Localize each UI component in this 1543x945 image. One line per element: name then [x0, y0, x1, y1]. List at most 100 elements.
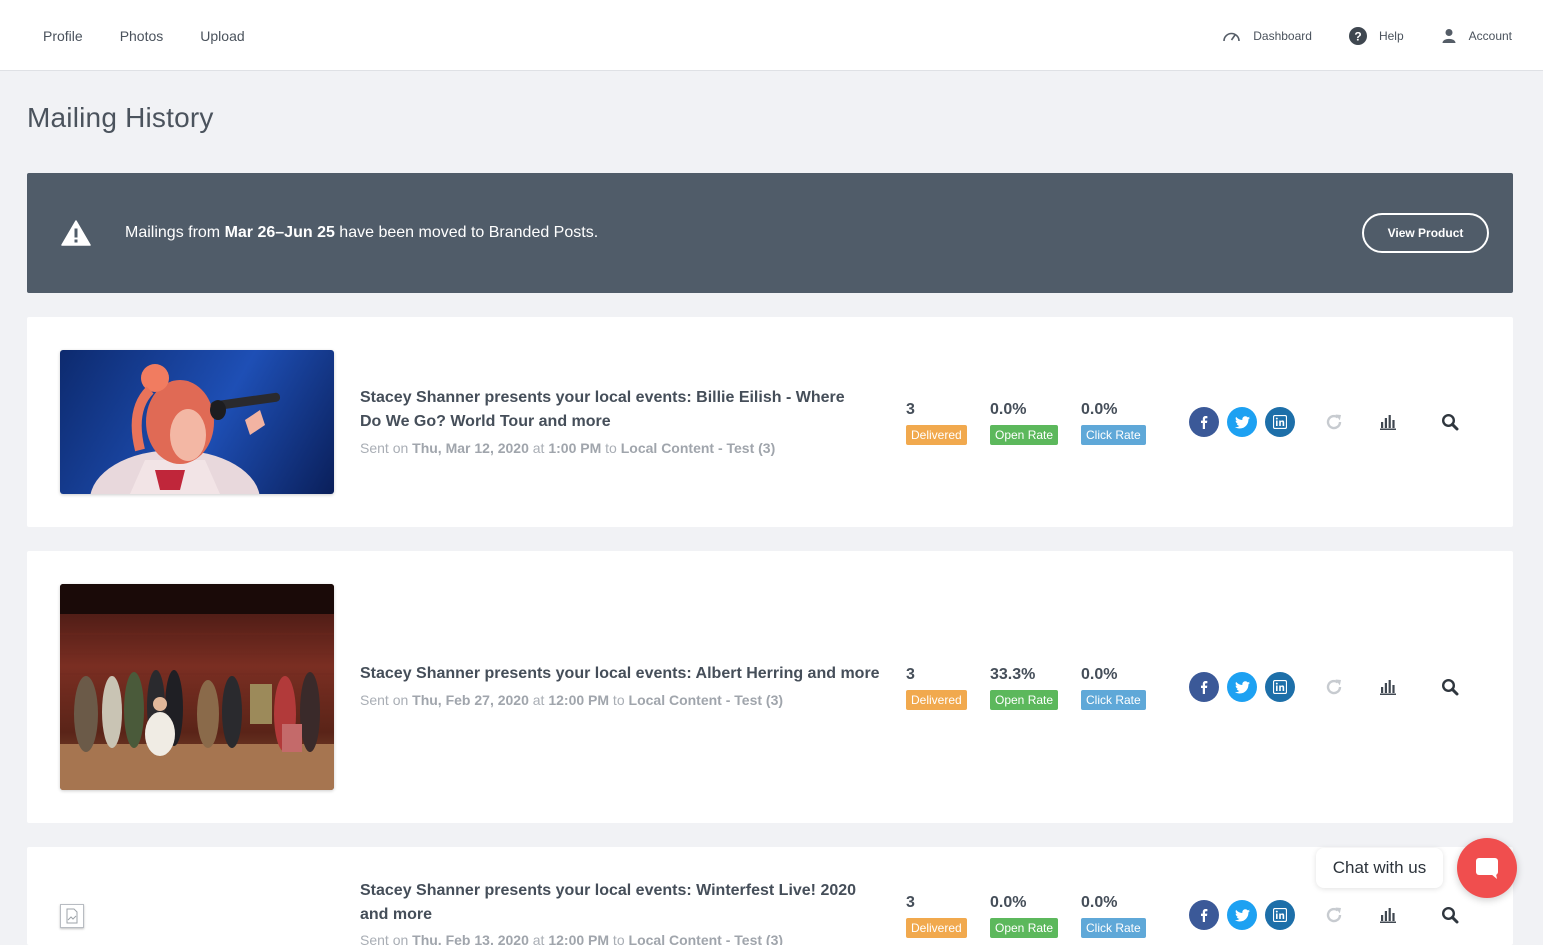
- broken-image-icon[interactable]: [60, 904, 84, 928]
- nav-help[interactable]: ? Help: [1348, 27, 1404, 45]
- facebook-share-button[interactable]: [1189, 900, 1219, 930]
- mailing-thumbnail[interactable]: [60, 584, 334, 790]
- dashboard-gauge-icon: [1223, 32, 1241, 42]
- theater-photo: [60, 584, 334, 790]
- mailing-title[interactable]: Stacey Shanner presents your local event…: [360, 662, 900, 686]
- stats-button[interactable]: [1377, 676, 1399, 698]
- top-nav: Profile Photos Upload Dashboard ? Help A…: [0, 0, 1543, 71]
- sent-date: Thu, Feb 13, 2020: [412, 932, 529, 945]
- delivered-count: 3: [906, 894, 915, 911]
- twitter-share-button[interactable]: [1227, 900, 1257, 930]
- delivered-stat: 3 Delivered: [906, 666, 967, 710]
- facebook-share-button[interactable]: [1189, 672, 1219, 702]
- image-placeholder-icon: [66, 908, 78, 924]
- delivered-badge: Delivered: [906, 690, 967, 710]
- sent-date: Thu, Mar 12, 2020: [412, 440, 529, 456]
- nav-left: Profile Photos Upload: [43, 0, 282, 71]
- sent-prefix: Sent on: [360, 440, 413, 456]
- svg-text:?: ?: [1354, 30, 1361, 44]
- search-icon: [1441, 906, 1459, 924]
- mailing-card: Stacey Shanner presents your local event…: [27, 317, 1513, 527]
- view-mailing-button[interactable]: [1439, 411, 1461, 433]
- linkedin-icon: [1273, 680, 1287, 694]
- open-rate-badge: Open Rate: [990, 425, 1059, 445]
- nav-upload-link[interactable]: Upload: [200, 28, 244, 44]
- linkedin-icon: [1273, 908, 1287, 922]
- click-rate-value: 0.0%: [1081, 401, 1118, 418]
- nav-account-label: Account: [1468, 29, 1512, 43]
- open-rate-stat: 0.0% Open Rate: [990, 894, 1059, 938]
- linkedin-share-button[interactable]: [1265, 900, 1295, 930]
- nav-dashboard-label: Dashboard: [1253, 29, 1312, 43]
- open-rate-stat: 33.3% Open Rate: [990, 666, 1059, 710]
- banner-suffix: have been moved to Branded Posts.: [334, 224, 599, 241]
- delivered-badge: Delivered: [906, 425, 967, 445]
- resend-button[interactable]: [1323, 904, 1345, 926]
- click-rate-value: 0.0%: [1081, 666, 1118, 683]
- bar-chart-icon: [1380, 415, 1396, 430]
- mailing-title[interactable]: Stacey Shanner presents your local event…: [360, 386, 870, 434]
- mailing-thumbnail[interactable]: [60, 350, 334, 494]
- open-rate-value: 0.0%: [990, 401, 1027, 418]
- page-title: Mailing History: [27, 102, 214, 133]
- click-rate-stat: 0.0% Click Rate: [1081, 401, 1146, 445]
- nav-dashboard[interactable]: Dashboard: [1222, 29, 1312, 43]
- mailing-card: Stacey Shanner presents your local event…: [27, 551, 1513, 823]
- search-icon: [1441, 678, 1459, 696]
- open-rate-stat: 0.0% Open Rate: [990, 401, 1059, 445]
- view-mailing-button[interactable]: [1439, 904, 1461, 926]
- sent-to: to: [601, 440, 621, 456]
- delivered-stat: 3 Delivered: [906, 894, 967, 938]
- concert-photo: [90, 364, 281, 494]
- facebook-icon: [1201, 416, 1208, 429]
- sent-at: at: [528, 932, 549, 945]
- view-product-button[interactable]: View Product: [1362, 213, 1489, 253]
- facebook-share-button[interactable]: [1189, 407, 1219, 437]
- nav-help-label: Help: [1378, 29, 1404, 43]
- sent-prefix: Sent on: [360, 932, 413, 945]
- twitter-icon: [1234, 415, 1250, 428]
- open-rate-badge: Open Rate: [990, 690, 1059, 710]
- view-mailing-button[interactable]: [1439, 676, 1461, 698]
- facebook-icon: [1201, 681, 1208, 694]
- open-rate-badge: Open Rate: [990, 918, 1059, 938]
- sent-list: Local Content - Test (3): [628, 932, 784, 945]
- resend-button[interactable]: [1323, 676, 1345, 698]
- nav-photos-link[interactable]: Photos: [120, 28, 164, 44]
- mailing-card: Stacey Shanner presents your local event…: [27, 847, 1513, 945]
- linkedin-share-button[interactable]: [1265, 407, 1295, 437]
- mailing-sent-info: Sent on Thu, Mar 12, 2020 at 1:00 PM to …: [360, 440, 775, 456]
- delivered-badge: Delivered: [906, 918, 967, 938]
- sent-list: Local Content - Test (3): [620, 440, 776, 456]
- banner-range: Mar 26–Jun 25: [224, 224, 335, 241]
- search-icon: [1441, 413, 1459, 431]
- resend-button[interactable]: [1323, 411, 1345, 433]
- nav-profile-link[interactable]: Profile: [43, 28, 83, 44]
- sent-time: 1:00 PM: [548, 440, 602, 456]
- mailing-sent-info: Sent on Thu, Feb 13, 2020 at 12:00 PM to…: [360, 932, 783, 945]
- bar-chart-icon: [1380, 680, 1396, 695]
- chat-label[interactable]: Chat with us: [1316, 848, 1443, 888]
- mailing-sent-info: Sent on Thu, Feb 27, 2020 at 12:00 PM to…: [360, 692, 783, 708]
- nav-right: Dashboard ? Help Account: [1185, 0, 1512, 72]
- bar-chart-icon: [1380, 908, 1396, 923]
- chat-bubble-icon: [1476, 858, 1498, 879]
- twitter-share-button[interactable]: [1227, 672, 1257, 702]
- click-rate-value: 0.0%: [1081, 894, 1118, 911]
- delivered-count: 3: [906, 666, 915, 683]
- stats-button[interactable]: [1377, 411, 1399, 433]
- sent-to: to: [609, 692, 629, 708]
- user-icon: [1442, 29, 1456, 43]
- sent-list: Local Content - Test (3): [628, 692, 784, 708]
- stats-button[interactable]: [1377, 904, 1399, 926]
- sent-time: 12:00 PM: [548, 932, 610, 945]
- facebook-icon: [1201, 909, 1208, 922]
- twitter-share-button[interactable]: [1227, 407, 1257, 437]
- linkedin-share-button[interactable]: [1265, 672, 1295, 702]
- click-rate-stat: 0.0% Click Rate: [1081, 894, 1146, 938]
- chat-launcher-button[interactable]: [1457, 838, 1517, 898]
- warning-icon: [61, 220, 91, 246]
- nav-account[interactable]: Account: [1441, 28, 1512, 44]
- delivered-stat: 3 Delivered: [906, 401, 967, 445]
- mailing-title[interactable]: Stacey Shanner presents your local event…: [360, 879, 870, 927]
